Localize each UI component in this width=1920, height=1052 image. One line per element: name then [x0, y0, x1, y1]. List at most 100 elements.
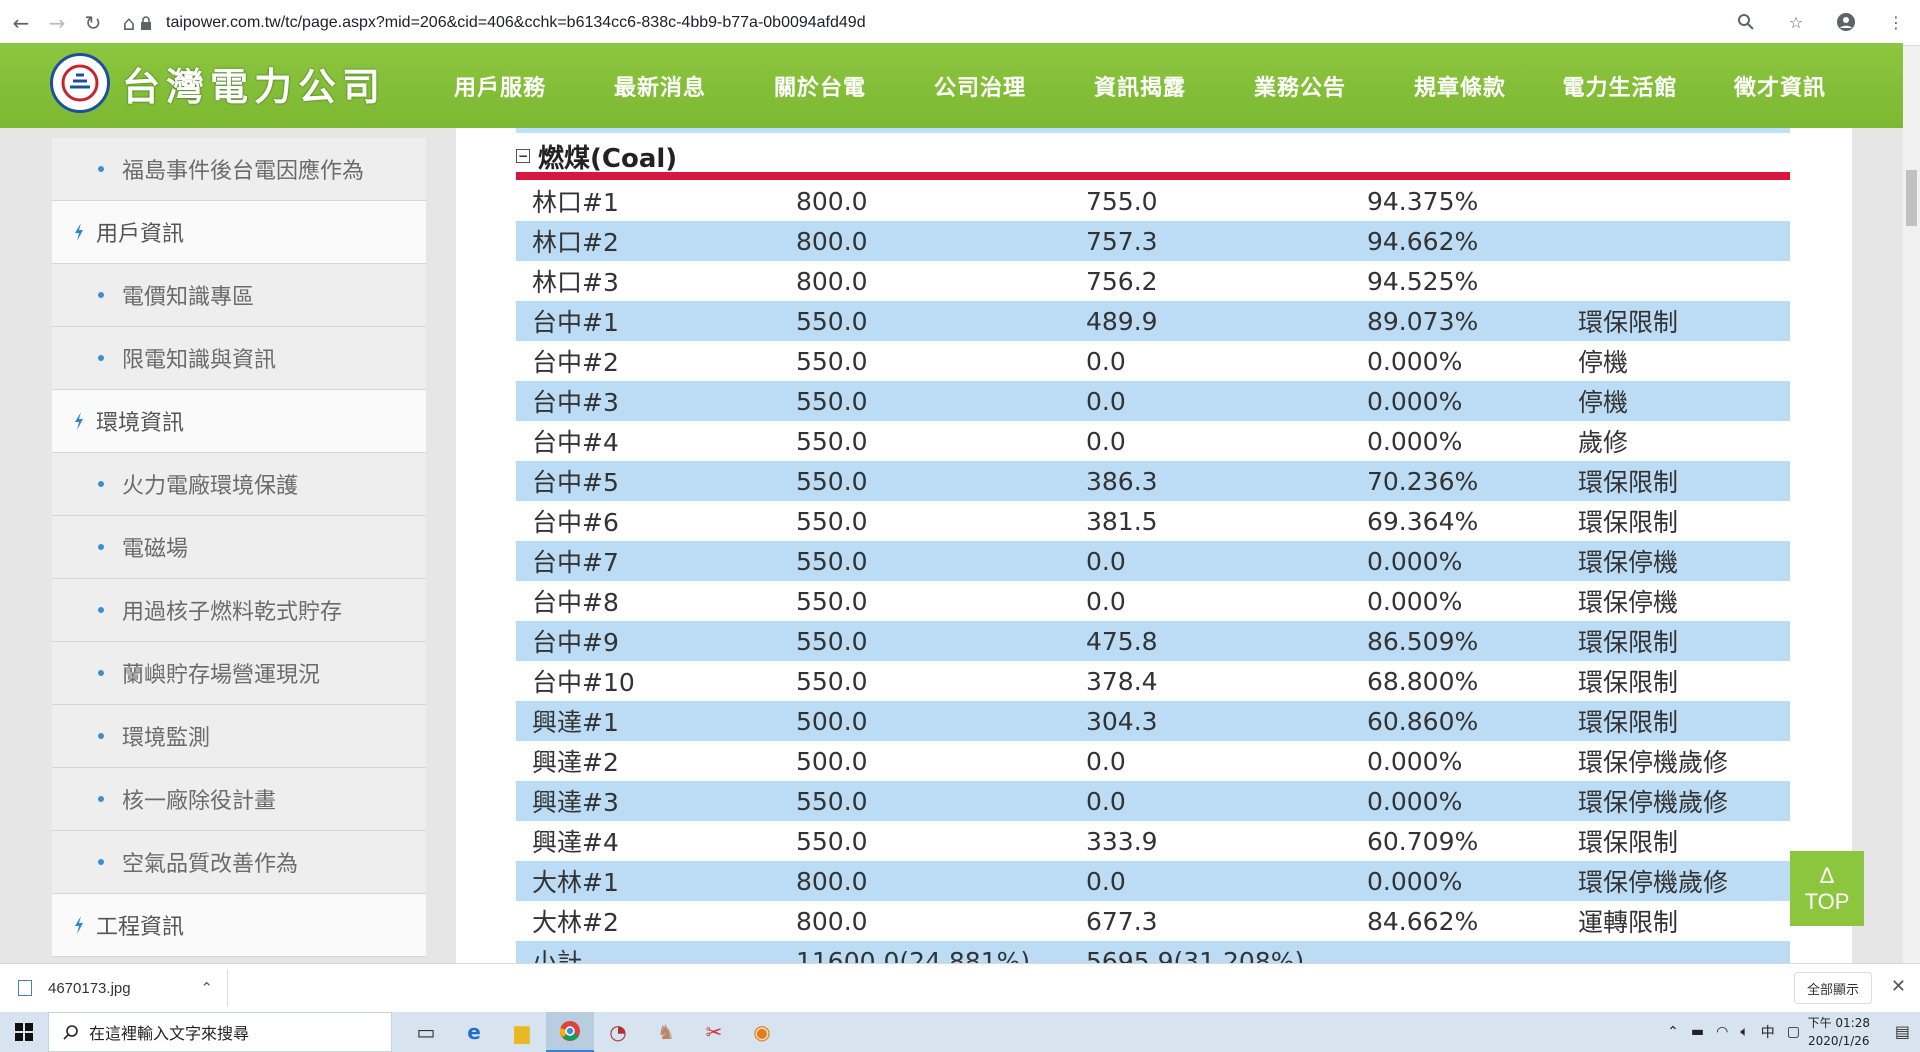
back-icon[interactable]: ←	[6, 8, 36, 38]
task-view-icon[interactable]: ▭	[402, 1012, 450, 1052]
nav-about[interactable]: 關於台電	[740, 43, 900, 128]
windows-start-icon[interactable]	[0, 1012, 48, 1052]
app-icon[interactable]: ◔	[594, 1012, 642, 1052]
sidebar-item-thermal-plant[interactable]: 火力電廠環境保護	[52, 453, 426, 516]
cell-net-output: 381.5	[1086, 506, 1158, 536]
lock-icon[interactable]	[140, 16, 154, 30]
bullet-icon	[98, 859, 104, 865]
nav-disclosure[interactable]: 資訊揭露	[1060, 43, 1220, 142]
nav-regulations[interactable]: 規章條款	[1380, 43, 1540, 128]
battery-icon[interactable]: ▬	[1691, 1024, 1704, 1040]
sidebar-item-fukushima[interactable]: 福島事件後台電因應作為	[52, 138, 426, 201]
cell-remark	[1578, 941, 1790, 963]
forward-icon[interactable]: →	[42, 8, 72, 38]
cell-unit-name: 台中#5	[516, 461, 796, 501]
nav-careers[interactable]: 徵才資訊	[1700, 43, 1860, 128]
section-divider	[516, 172, 1790, 180]
taipower-emblem-icon	[50, 53, 110, 113]
cell-output-ratio: 0.000%	[1367, 746, 1463, 776]
zoom-icon[interactable]	[1732, 8, 1760, 36]
cell-unit-name: 興達#1	[516, 701, 796, 741]
back-to-top-button[interactable]: Δ TOP	[1790, 851, 1864, 926]
sidebar-item-lanyu[interactable]: 蘭嶼貯存場營運現況	[52, 642, 426, 705]
sidebar-item-dry-storage[interactable]: 用過核子燃料乾式貯存	[52, 579, 426, 642]
snipping-tool-icon[interactable]: ✂	[690, 1012, 738, 1052]
bullet-icon	[98, 355, 104, 361]
cell-unit-name: 台中#3	[516, 381, 796, 421]
table-row: 林口#3 800.0 756.2 94.525%	[516, 261, 1790, 301]
ime-indicator[interactable]: 中	[1761, 1022, 1775, 1042]
nav-latest-news[interactable]: 最新消息	[580, 43, 740, 128]
cell-net-output: 0.0	[1086, 586, 1126, 616]
lightning-icon	[74, 412, 86, 430]
nav-announcements[interactable]: 業務公告	[1220, 43, 1380, 128]
cell-capacity: 800.0	[796, 186, 868, 216]
sidebar-item-emf[interactable]: 電磁場	[52, 516, 426, 579]
cell-net-output: 0.0	[1086, 381, 1367, 421]
cell-capacity: 550.0	[796, 586, 868, 616]
chevron-up-icon[interactable]: ⌃	[200, 979, 213, 997]
sidebar-item-label: 環境監測	[122, 726, 211, 751]
sidebar-item-power-restriction[interactable]: 限電知識與資訊	[52, 327, 426, 390]
url-text[interactable]: taipower.com.tw/tc/page.aspx?mid=206&cid…	[166, 14, 866, 32]
bookmark-star-icon[interactable]: ☆	[1782, 8, 1810, 36]
cell-capacity: 550.0	[796, 301, 1086, 341]
sidebar-item-electricity-price[interactable]: 電價知識專區	[52, 264, 426, 327]
close-icon[interactable]: ✕	[1891, 976, 1906, 997]
cell-capacity: 800.0	[796, 266, 868, 296]
cell-net-output: 333.9	[1086, 826, 1158, 856]
download-item[interactable]: 4670173.jpg ⌃	[18, 970, 228, 1006]
sidebar-item-monitoring[interactable]: 環境監測	[52, 705, 426, 768]
collapse-icon[interactable]: −	[516, 149, 530, 163]
nav-customer-service[interactable]: 用戶服務	[420, 43, 580, 128]
show-all-button[interactable]: 全部顯示	[1793, 972, 1872, 1004]
coal-units-table: 林口#1 800.0 755.0 94.375% 林口#2 800.0 757.3 94.66…	[516, 181, 1790, 963]
browser-menu-icon[interactable]: ⋮	[1882, 8, 1910, 36]
cell-remark: 環保限制	[1578, 508, 1679, 537]
cell-unit-name: 台中#10	[532, 668, 635, 697]
volume-icon[interactable]: 🔈︎	[1740, 1024, 1748, 1040]
bullet-icon	[98, 544, 104, 550]
wifi-icon[interactable]: ◠	[1716, 1024, 1728, 1040]
blender-icon[interactable]: ◉	[738, 1012, 786, 1052]
site-header: 台灣電力公司 用戶服務 最新消息 關於台電 公司治理 資訊揭露 業務公告 規章條…	[0, 43, 1903, 142]
scrollbar-thumb[interactable]	[1906, 170, 1917, 226]
cell-output-ratio: 0.000%	[1367, 541, 1578, 581]
sidebar-category-customer-info[interactable]: 用戶資訊	[52, 201, 426, 264]
table-row: 台中#7 550.0 0.0 0.000% 環保停機	[516, 541, 1790, 581]
page-scrollbar[interactable]	[1903, 46, 1920, 963]
nav-governance[interactable]: 公司治理	[900, 43, 1060, 128]
table-row: 林口#2 800.0 757.3 94.662%	[516, 221, 1790, 261]
profile-icon[interactable]	[1832, 8, 1860, 36]
address-bar[interactable]: taipower.com.tw/tc/page.aspx?mid=206&cid…	[140, 8, 1820, 38]
cell-net-output: 0.0	[1086, 541, 1367, 581]
bullet-icon	[98, 166, 104, 172]
cell-capacity: 550.0	[796, 461, 1086, 501]
notification-icon[interactable]: ▤	[1895, 1022, 1910, 1041]
cell-remark: 環保限制	[1578, 461, 1790, 501]
file-explorer-icon[interactable]: ▆	[498, 1012, 546, 1052]
ime-mode-icon[interactable]: ▢	[1787, 1024, 1800, 1040]
cell-unit-name: 台中#4	[532, 428, 619, 457]
edge-icon[interactable]: e	[450, 1012, 498, 1052]
cell-unit-name: 林口#1	[532, 188, 619, 217]
cell-output-ratio: 0.000%	[1367, 861, 1578, 901]
cell-net-output: 378.4	[1086, 666, 1158, 696]
sidebar-item-decommission[interactable]: 核一廠除役計畫	[52, 768, 426, 831]
sidebar-item-label: 用戶資訊	[96, 222, 185, 247]
chrome-icon[interactable]	[546, 1012, 594, 1052]
site-logo[interactable]: 台灣電力公司	[50, 53, 386, 113]
app-icon[interactable]: ♞	[642, 1012, 690, 1052]
sidebar-category-engineering[interactable]: 工程資訊	[52, 894, 426, 957]
table-row: 林口#1 800.0 755.0 94.375%	[516, 181, 1790, 221]
taskbar-search[interactable]: 在這裡輸入文字來搜尋	[48, 1012, 392, 1052]
nav-power-life[interactable]: 電力生活館	[1540, 43, 1700, 128]
table-row: 興達#4 550.0 333.9 60.709% 環保限制	[516, 821, 1790, 861]
sidebar-item-air-quality[interactable]: 空氣品質改善作為	[52, 831, 426, 894]
reload-icon[interactable]: ↻	[78, 8, 108, 38]
section-header[interactable]: − 燃煤(Coal)	[516, 136, 677, 176]
sidebar-category-environment[interactable]: 環境資訊	[52, 390, 426, 453]
cell-unit-name: 興達#2	[532, 748, 619, 777]
taskbar-clock[interactable]: 下午 01:28 2020/1/26	[1808, 1014, 1870, 1050]
chevron-up-icon[interactable]: ⌃	[1667, 1024, 1679, 1040]
